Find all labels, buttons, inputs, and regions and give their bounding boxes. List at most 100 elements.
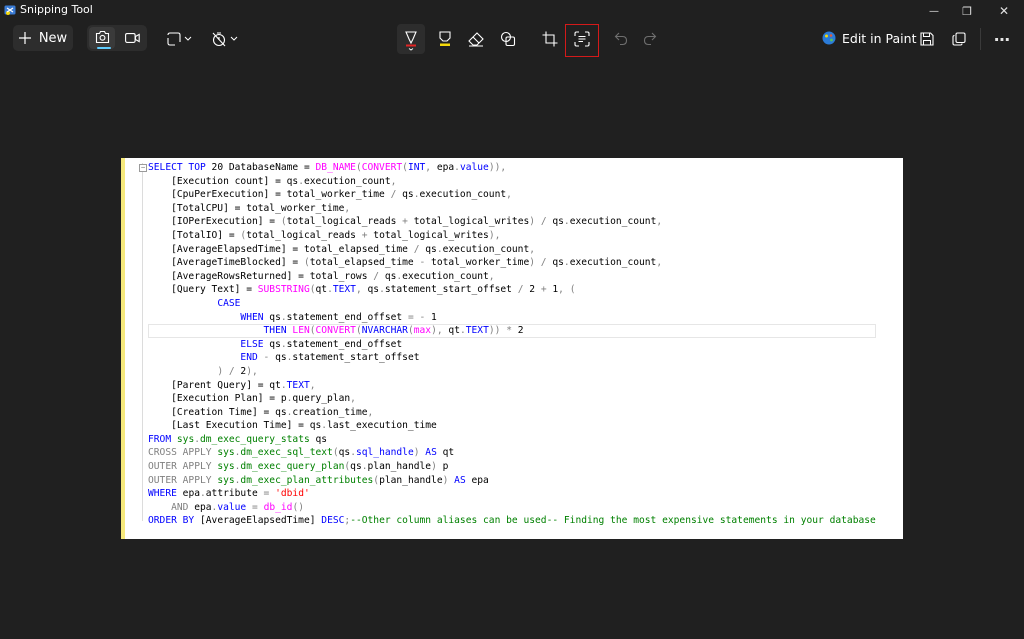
code-token: qs (396, 189, 414, 201)
code-token: max (413, 325, 432, 337)
code-token: 2 (523, 284, 541, 296)
crop-button[interactable] (537, 26, 563, 52)
code-token: 20 DatabaseName = (211, 162, 316, 173)
highlighter-icon (439, 31, 451, 46)
rectangle-mode-icon (167, 32, 192, 46)
code-token: qs (419, 243, 437, 255)
code-token: [Creation Time] = qs (148, 406, 287, 418)
code-token: qs (263, 338, 281, 350)
snipping-tool-app-icon (4, 5, 16, 15)
copy-icon (952, 32, 966, 46)
close-button[interactable]: ✕ (986, 0, 1022, 22)
undo-button[interactable] (609, 26, 633, 52)
code-token: sys (217, 447, 235, 459)
code-token: sys (176, 433, 195, 445)
eraser-icon (468, 32, 484, 47)
code-line: [AverageRowsReturned] = total_rows / qs.… (148, 270, 876, 284)
minimize-icon: — (929, 5, 939, 17)
code-token: value (459, 162, 489, 173)
code-token: SELECT TOP (148, 162, 212, 173)
new-button[interactable]: New (13, 25, 73, 51)
code-token: ELSE (240, 338, 264, 350)
code-token: 1 (546, 284, 559, 296)
sql-code-block: SELECT TOP 20 DatabaseName = DB_NAME (CON… (148, 161, 876, 528)
code-line: [Execution Plan] = p.query_plan, (148, 392, 876, 406)
title-bar: Snipping Tool — ❐ ✕ (0, 0, 1024, 22)
code-token: 2 (234, 365, 247, 377)
code-line: [Query Text] = SUBSTRING(qt.TEXT, qs.sta… (148, 283, 876, 297)
shapes-icon (500, 31, 516, 47)
maximize-button[interactable]: ❐ (949, 0, 985, 22)
code-token: [Parent Query] = qt (148, 379, 281, 391)
code-token: value (217, 501, 247, 513)
code-token: qt (436, 447, 455, 459)
code-line: FROM sys.dm_exec_query_stats qs (148, 433, 876, 447)
code-token: CASE (217, 297, 241, 309)
code-token: [TotalCPU] = total_worker_time (148, 202, 345, 214)
code-token: CROSS APPLY (148, 447, 218, 459)
edit-in-paint-button[interactable]: Edit in Paint (822, 26, 916, 50)
code-token: statement_end_offset (286, 311, 408, 323)
redo-button[interactable] (638, 26, 662, 52)
code-token: ORDER BY (148, 515, 195, 527)
code-token: execution_count (402, 270, 489, 282)
save-icon (920, 32, 934, 46)
code-token: TEXT (332, 284, 356, 296)
ballpoint-pen-button[interactable] (397, 24, 425, 54)
snip-mode-button[interactable] (89, 27, 115, 49)
code-token: , (390, 175, 397, 187)
minimize-button[interactable]: — (916, 0, 952, 22)
delay-timer-icon (212, 32, 238, 47)
code-token: [Query Text] = (148, 284, 258, 296)
code-token: total_logical_reads (246, 229, 362, 241)
snip-shape-dropdown[interactable] (163, 26, 195, 52)
collapse-toggle-icon: − (139, 164, 147, 172)
highlighter-button[interactable] (432, 26, 458, 52)
undo-icon (614, 32, 628, 46)
copy-button[interactable] (947, 26, 971, 52)
code-token: epa (176, 488, 200, 500)
delay-timer-dropdown[interactable] (209, 26, 241, 52)
code-line: ORDER BY [AverageElapsedTime] DESC;--Oth… (148, 514, 876, 528)
code-token: [AverageRowsReturned] = total_rows (148, 270, 374, 282)
code-line: WHERE epa.attribute = 'dbid' (148, 487, 876, 501)
code-line: OUTER APPLY sys.dm_exec_query_plan(qs.pl… (148, 460, 876, 474)
code-line: AND epa.value = db_id() (148, 501, 876, 515)
new-button-label: New (38, 30, 68, 46)
record-mode-button[interactable] (119, 27, 145, 49)
code-token: epa (465, 474, 489, 486)
code-token: execution_count (569, 257, 657, 269)
code-token: AND (171, 501, 189, 513)
edit-in-paint-label: Edit in Paint (842, 30, 917, 46)
code-line: [AverageElapsedTime] = total_elapsed_tim… (148, 243, 876, 257)
code-token: FROM (148, 433, 177, 445)
code-token: total_logical_reads (286, 216, 403, 228)
code-token: epa (436, 162, 455, 173)
code-token: sql_handle (355, 447, 414, 459)
code-token: --Other column aliases can be used-- Fin… (350, 515, 876, 527)
code-line: [TotalIO] = (total_logical_reads + total… (148, 229, 876, 243)
code-token: WHERE (148, 488, 177, 500)
save-button[interactable] (915, 26, 939, 52)
code-token: TEXT (465, 325, 489, 337)
code-token: WHEN (240, 311, 264, 323)
more-options-button[interactable]: ⋯ (990, 26, 1014, 52)
code-token: db_id (263, 501, 293, 513)
eraser-button[interactable] (463, 26, 489, 52)
code-line: OUTER APPLY sys.dm_exec_plan_attributes(… (148, 474, 876, 488)
code-token: statement_start_offset (292, 352, 420, 364)
code-token: , (488, 270, 495, 282)
toolbar-divider (980, 28, 981, 50)
code-token: AS (425, 447, 437, 459)
code-token: [Execution count] = qs (148, 175, 299, 187)
code-token: p (436, 461, 449, 473)
code-line: WHEN qs.statement_end_offset = - 1 (148, 311, 876, 325)
code-token: )) (488, 162, 501, 173)
code-token: [Execution Plan] = p (148, 393, 287, 405)
code-token: statement_end_offset (286, 338, 403, 350)
shapes-button[interactable] (495, 26, 521, 52)
